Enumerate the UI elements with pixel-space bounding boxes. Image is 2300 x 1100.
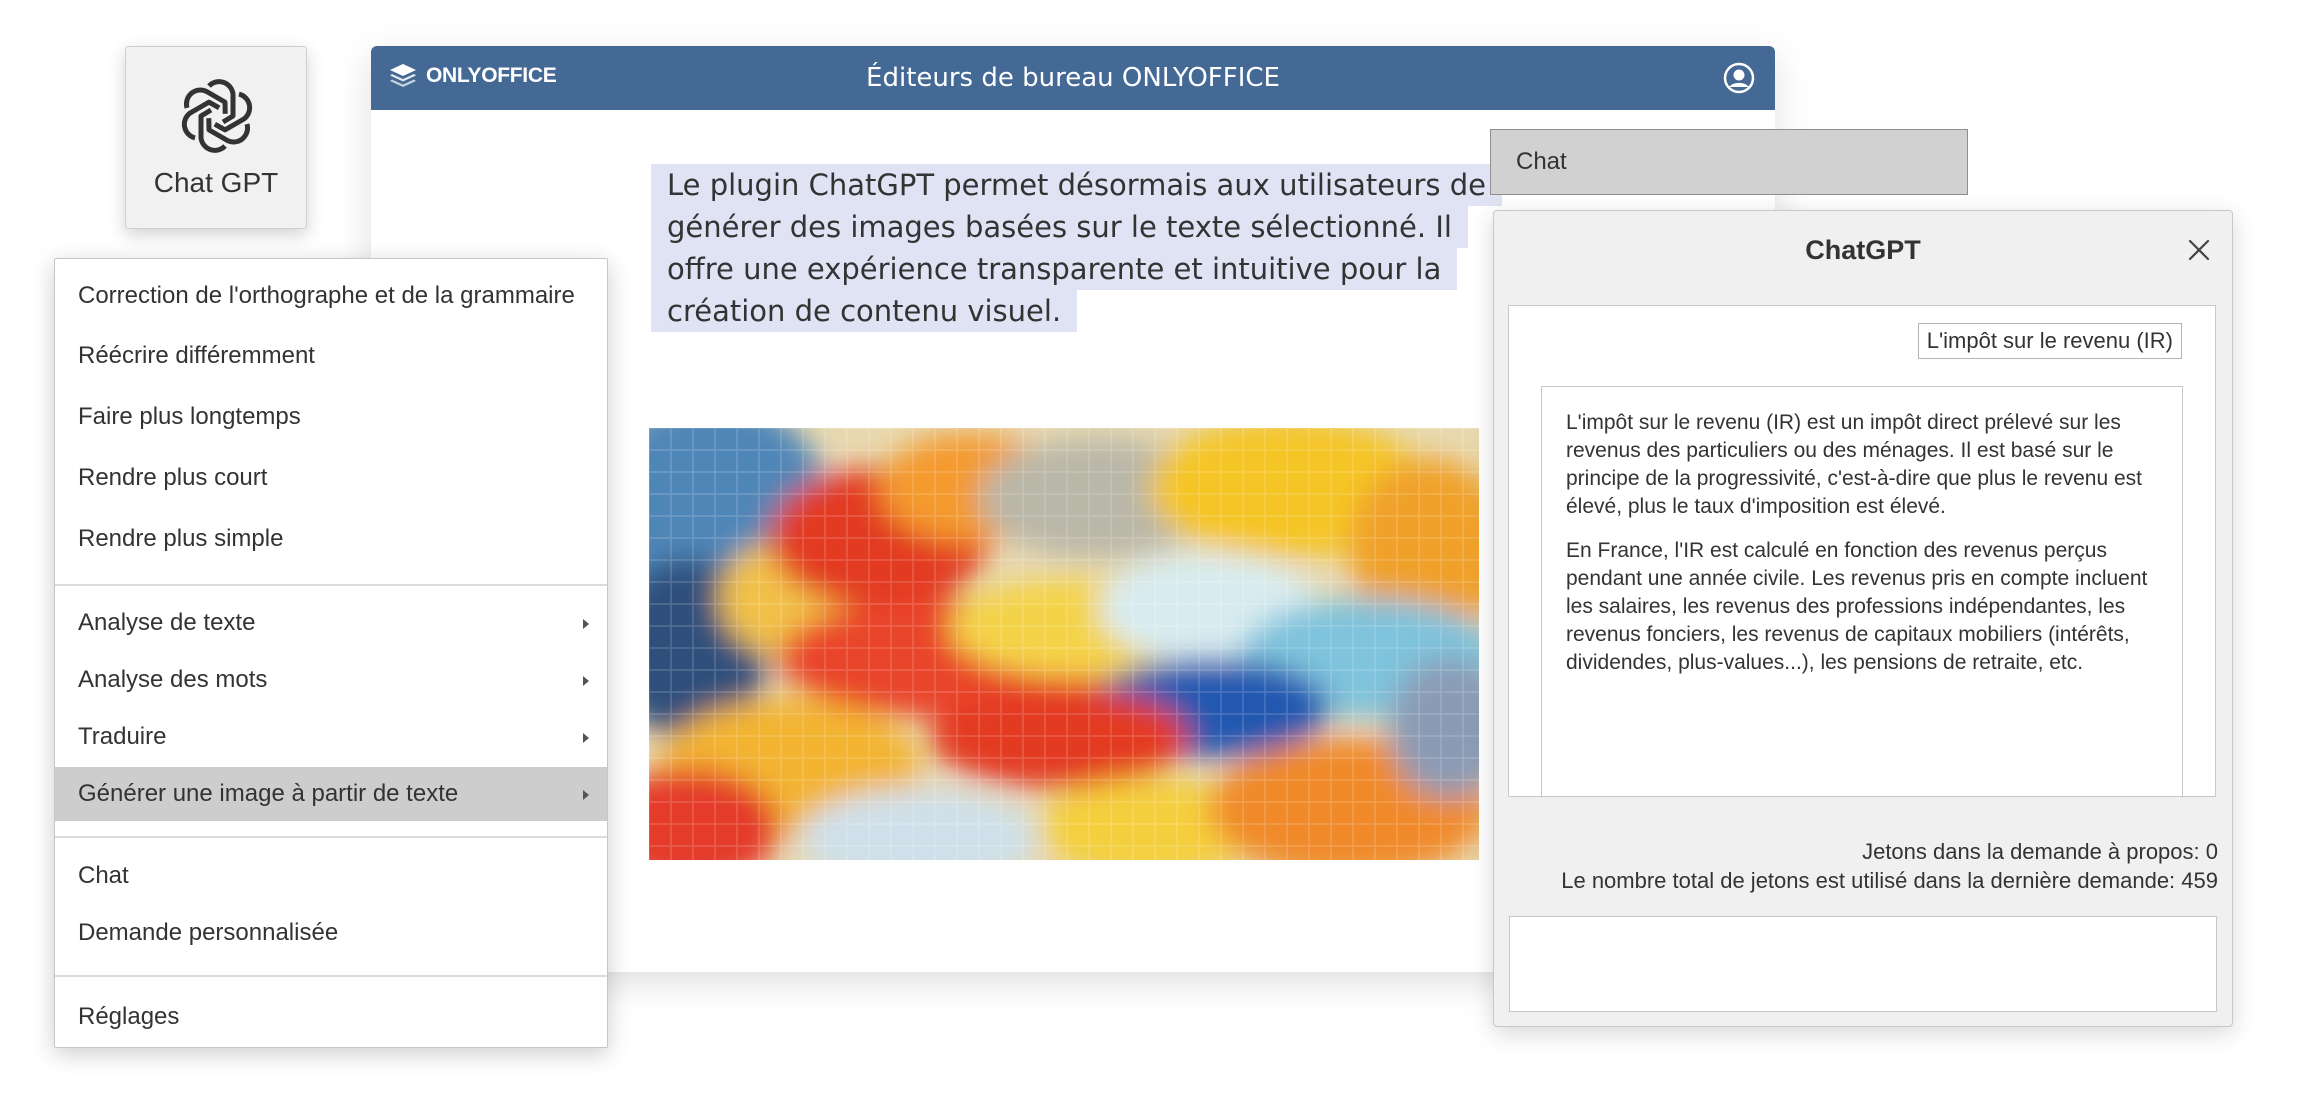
- menu-item-label: Demande personnalisée: [78, 919, 339, 946]
- menu-item-label: Chat: [78, 862, 129, 889]
- menu-item-text-analysis[interactable]: Analyse de texte: [55, 596, 607, 650]
- menu-item-label: Analyse des mots: [78, 666, 268, 693]
- chatgpt-panel: ChatGPT L'impôt sur le revenu (IR) L'imp…: [1493, 210, 2233, 1027]
- assistant-answer: L'impôt sur le revenu (IR) est un impôt …: [1541, 386, 2183, 798]
- menu-item-label: Générer une image à partir de texte: [78, 780, 459, 807]
- close-icon[interactable]: [2188, 239, 2210, 266]
- submenu-arrow-icon: [583, 619, 589, 629]
- window-title: Éditeurs de bureau ONLYOFFICE: [866, 63, 1280, 93]
- selected-line: Le plugin ChatGPT permet désormais aux u…: [651, 164, 1502, 206]
- menu-item-label: Rendre plus court: [78, 464, 268, 491]
- menu-item-label: Faire plus longtemps: [78, 403, 301, 430]
- generated-abstract-image[interactable]: [649, 428, 1479, 860]
- selected-paragraph[interactable]: Le plugin ChatGPT permet désormais aux u…: [651, 164, 1502, 332]
- menu-item-make-simpler[interactable]: Rendre plus simple: [55, 512, 607, 566]
- chatgpt-plugin-button[interactable]: Chat GPT: [125, 46, 307, 229]
- menu-item-label: Analyse de texte: [78, 609, 256, 636]
- menu-item-chat[interactable]: Chat: [55, 849, 607, 903]
- selected-line: offre une expérience transparente et int…: [651, 248, 1458, 290]
- menu-item-custom-request[interactable]: Demande personnalisée: [55, 906, 607, 960]
- tokens-total-count: Le nombre total de jetons est utilisé da…: [1561, 868, 2218, 893]
- editor-header: ONLYOFFICE Éditeurs de bureau ONLYOFFICE: [371, 46, 1775, 110]
- menu-separator: [55, 836, 607, 838]
- menu-item-label: Correction de l'orthographe et de la gra…: [78, 282, 575, 309]
- menu-item-label: Traduire: [78, 723, 167, 750]
- submenu-arrow-icon: [583, 676, 589, 686]
- message-input[interactable]: [1509, 916, 2217, 1012]
- answer-paragraph: En France, l'IR est calculé en fonction …: [1566, 539, 2148, 674]
- menu-item-make-longer[interactable]: Faire plus longtemps: [55, 390, 607, 444]
- context-menu: Correction de l'orthographe et de la gra…: [54, 258, 608, 1048]
- selected-line: création de contenu visuel.: [651, 290, 1078, 332]
- chat-history[interactable]: L'impôt sur le revenu (IR) L'impôt sur l…: [1508, 305, 2216, 798]
- menu-item-label: Rendre plus simple: [78, 525, 284, 552]
- plugin-label: Chat GPT: [153, 167, 279, 198]
- answer-paragraph: L'impôt sur le revenu (IR) est un impôt …: [1566, 411, 2142, 518]
- user-account-icon[interactable]: [1723, 62, 1755, 99]
- menu-item-spelling-grammar[interactable]: Correction de l'orthographe et de la gra…: [55, 269, 607, 323]
- menu-separator: [55, 584, 607, 586]
- menu-item-generate-image[interactable]: Générer une image à partir de texte: [55, 767, 607, 821]
- menu-item-make-shorter[interactable]: Rendre plus court: [55, 451, 607, 505]
- menu-item-translate[interactable]: Traduire: [55, 710, 607, 764]
- chat-dropdown[interactable]: Chat: [1490, 129, 1968, 195]
- panel-title: ChatGPT: [1805, 235, 1921, 265]
- selected-line: générer des images basées sur le texte s…: [651, 206, 1468, 248]
- submenu-arrow-icon: [583, 790, 589, 800]
- tokens-prompt-count: Jetons dans la demande à propos: 0: [1862, 839, 2218, 864]
- openai-logo-icon: [181, 79, 253, 153]
- menu-item-word-analysis[interactable]: Analyse des mots: [55, 653, 607, 707]
- menu-item-label: Réécrire différemment: [78, 342, 315, 369]
- submenu-arrow-icon: [583, 733, 589, 743]
- user-question: L'impôt sur le revenu (IR): [1917, 323, 2182, 359]
- menu-item-settings[interactable]: Réglages: [55, 990, 607, 1044]
- menu-separator: [55, 975, 607, 977]
- menu-item-label: Réglages: [78, 1003, 180, 1030]
- menu-item-rewrite[interactable]: Réécrire différemment: [55, 329, 607, 383]
